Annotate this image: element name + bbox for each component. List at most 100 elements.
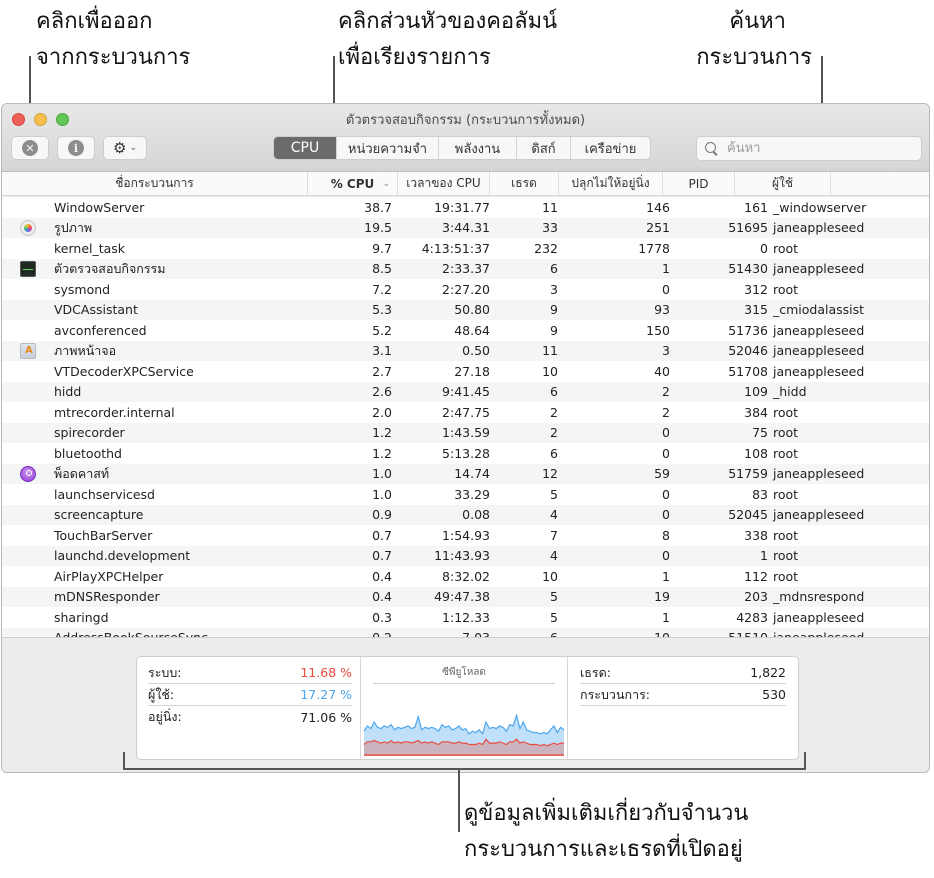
cell-user: janeappleseed — [773, 343, 865, 359]
cell-threads: 3 — [550, 281, 558, 297]
table-row[interactable]: VDCAssistant 5.3 50.80 9 93 315 _cmiodalassist — [2, 299, 929, 320]
cell-pid: 108 — [744, 445, 768, 461]
cell-pid: 112 — [744, 568, 768, 584]
callout-bracket — [123, 752, 806, 770]
callout-line: ค้นหา — [729, 9, 786, 34]
cell-name: bluetoothd — [54, 445, 122, 461]
cell-name: TouchBarServer — [54, 527, 153, 543]
table-row[interactable]: launchservicesd 1.0 33.29 5 0 83 root — [2, 484, 929, 505]
action-menu-button[interactable]: ⚙ ⌄ — [103, 136, 147, 160]
stop-process-button[interactable]: ✕ — [11, 136, 49, 160]
table-row[interactable]: AirPlayXPCHelper 0.4 8:32.02 10 1 112 root — [2, 566, 929, 587]
table-row[interactable]: sharingd 0.3 1:12.33 5 1 4283 janeappleseed — [2, 607, 929, 628]
cell-icon — [2, 259, 54, 280]
cell-user: root — [773, 486, 799, 502]
cell-pid: 52045 — [728, 507, 768, 523]
cell-pid: 51695 — [728, 220, 768, 236]
column-header-threads[interactable]: เธรด — [490, 172, 559, 195]
tab-energy[interactable]: พลังงาน — [438, 137, 516, 159]
cell-cpu: 2.0 — [372, 404, 392, 420]
callout-sort-columns: คลิกส่วนหัวของคอลัมน์ เพื่อเรียงรายการ — [338, 4, 557, 76]
table-row[interactable]: พ็อดคาสท์ 1.0 14.74 12 59 51759 janeappleseed — [2, 463, 929, 484]
cell-cpu: 1.2 — [372, 445, 392, 461]
table-row[interactable]: รูปภาพ 19.5 3:44.31 33 251 51695 janeappleseed — [2, 217, 929, 238]
table-row[interactable]: ภาพหน้าจอ 3.1 0.50 11 3 52046 janeappleseed — [2, 340, 929, 362]
cell-user: janeappleseed — [773, 261, 865, 277]
search-input[interactable] — [727, 141, 907, 156]
cell-icon — [2, 587, 54, 608]
cell-wakes: 0 — [662, 445, 670, 461]
column-header-process-name[interactable]: ชื่อกระบวนการ — [2, 172, 308, 195]
tab-network[interactable]: เครือข่าย — [570, 137, 650, 159]
cell-wakes: 146 — [646, 199, 670, 215]
cell-cpu: 8.5 — [372, 261, 392, 277]
stat-label: ระบบ: — [148, 664, 182, 680]
table-row[interactable]: AddressBookSourceSync 0.2 7.03 6 10 51510 jane… — [2, 627, 929, 638]
cpu-usage-breakdown: ระบบ: 11.68 % ผู้ใช้: 17.27 % อยู่นิ่ง: … — [137, 657, 361, 759]
cell-user: janeappleseed — [773, 322, 865, 338]
cell-user: janeappleseed — [773, 630, 865, 638]
tab-memory[interactable]: หน่วยความจำ — [336, 137, 438, 159]
cell-wakes: 1 — [662, 609, 670, 625]
cell-icon — [2, 505, 54, 526]
table-row[interactable]: screencapture 0.9 0.08 4 0 52045 janeappleseed — [2, 504, 929, 526]
cell-time: 33.29 — [454, 486, 490, 502]
table-row[interactable]: launchd.development 0.7 11:43.93 4 0 1 root — [2, 545, 929, 566]
cell-time: 2:33.37 — [442, 261, 490, 277]
column-header-row: ชื่อกระบวนการ % CPU ⌄ เวลาของ CPU เธรด ปล… — [2, 172, 929, 196]
column-label: ชื่อกระบวนการ — [115, 176, 194, 190]
cell-name: launchservicesd — [54, 486, 155, 502]
stat-label: เธรด: — [580, 664, 611, 680]
cell-wakes: 10 — [654, 630, 670, 638]
cell-cpu: 0.7 — [372, 527, 392, 543]
search-field[interactable] — [696, 136, 922, 161]
inspect-process-button[interactable]: i — [57, 136, 95, 160]
cell-icon — [2, 382, 54, 403]
table-row[interactable]: WindowServer 38.7 19:31.77 11 146 161 _windows… — [2, 197, 929, 218]
chevron-down-icon: ⌄ — [129, 143, 137, 153]
cell-threads: 4 — [550, 507, 558, 523]
cell-wakes: 0 — [662, 548, 670, 564]
table-row[interactable]: TouchBarServer 0.7 1:54.93 7 8 338 root — [2, 525, 929, 546]
table-row[interactable]: sysmond 7.2 2:27.20 3 0 312 root — [2, 279, 929, 300]
cell-user: _hidd — [773, 384, 807, 400]
column-header-user[interactable]: ผู้ใช้ — [735, 172, 831, 195]
cell-threads: 9 — [550, 322, 558, 338]
table-row[interactable]: spirecorder 1.2 1:43.59 2 0 75 root — [2, 422, 929, 444]
table-row[interactable]: VTDecoderXPCService 2.7 27.18 10 40 51708 jane… — [2, 361, 929, 382]
table-row[interactable]: mDNSResponder 0.4 49:47.38 5 19 203 _mdnsrespo… — [2, 586, 929, 608]
screenshot-app-icon — [20, 342, 36, 359]
tab-cpu[interactable]: CPU — [274, 137, 336, 159]
cell-user: _mdnsrespond — [773, 589, 865, 605]
table-row[interactable]: mtrecorder.internal 2.0 2:47.75 2 2 384 root — [2, 402, 929, 423]
cell-icon — [2, 423, 54, 444]
cell-wakes: 93 — [654, 302, 670, 318]
tab-disk[interactable]: ดิสก์ — [516, 137, 570, 159]
cell-user: janeappleseed — [773, 609, 865, 625]
cell-user: janeappleseed — [773, 220, 865, 236]
cell-wakes: 251 — [646, 220, 670, 236]
cell-icon — [2, 341, 54, 362]
table-row[interactable]: hidd 2.6 9:41.45 6 2 109 _hidd — [2, 381, 929, 403]
cell-time: 14.74 — [454, 466, 490, 482]
cell-cpu: 38.7 — [364, 199, 392, 215]
cell-wakes: 0 — [662, 281, 670, 297]
cell-wakes: 150 — [646, 322, 670, 338]
cell-user: janeappleseed — [773, 363, 865, 379]
cell-wakes: 1778 — [638, 240, 670, 256]
cell-icon — [2, 443, 54, 464]
table-row[interactable]: avconferenced 5.2 48.64 9 150 51736 janeapples… — [2, 320, 929, 341]
column-header-cpu-time[interactable]: เวลาของ CPU — [398, 172, 490, 195]
stat-label: อยู่นิ่ง: — [148, 709, 182, 724]
callout-line: เพื่อเรียงรายการ — [338, 45, 491, 70]
cell-icon — [2, 566, 54, 587]
stat-value-processes: 530 — [762, 687, 786, 702]
column-header-idle-wake-ups[interactable]: ปลุกไม่ให้อยู่นิ่ง — [559, 172, 663, 195]
table-row[interactable]: ตัวตรวจสอบกิจกรรม 8.5 2:33.37 6 1 51430 janeap… — [2, 258, 929, 280]
cell-cpu: 0.2 — [372, 630, 392, 638]
table-row[interactable]: bluetoothd 1.2 5:13.28 6 0 108 root — [2, 443, 929, 464]
cell-user: root — [773, 527, 799, 543]
column-header-pid[interactable]: PID — [663, 172, 735, 195]
column-header-cpu-percent[interactable]: % CPU ⌄ — [308, 172, 398, 195]
table-row[interactable]: kernel_task 9.7 4:13:51:37 232 1778 0 root — [2, 238, 929, 259]
